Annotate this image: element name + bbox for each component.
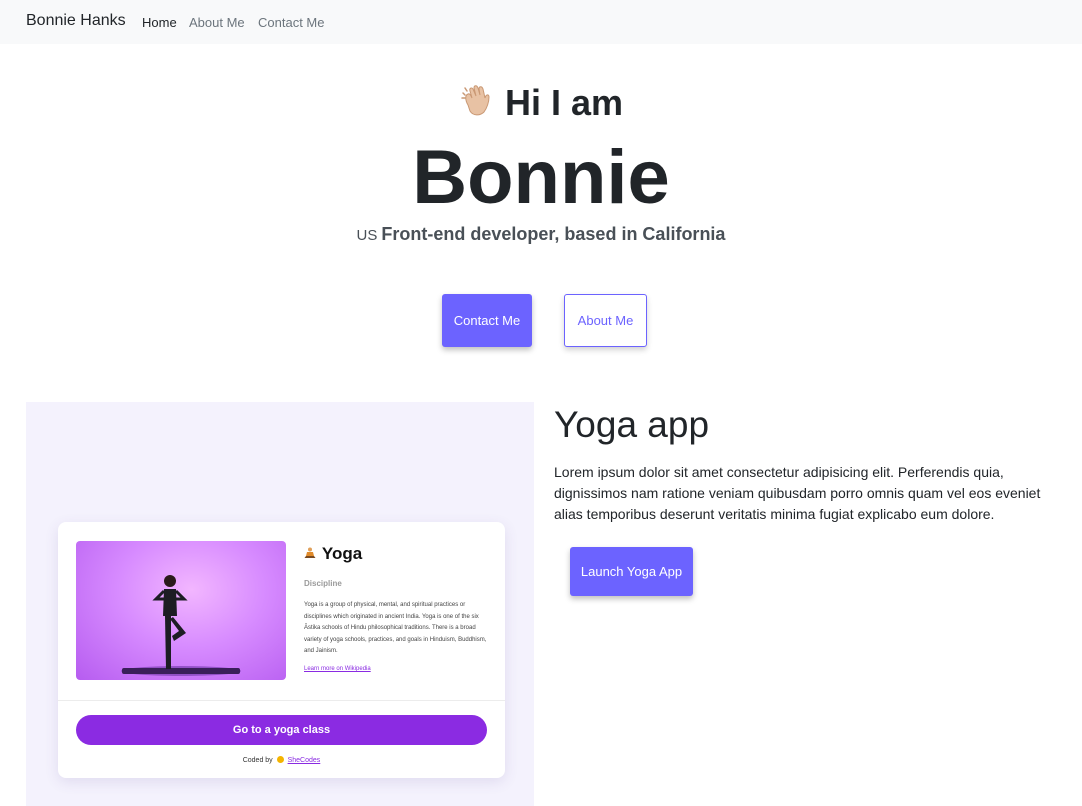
credit-prefix: Coded by (242, 757, 273, 764)
preview-card: Yoga Discipline Yoga is a group of physi… (58, 522, 505, 778)
hero-tagline: US Front-end developer, based in Californ… (0, 224, 1082, 245)
preview-title-text: Yoga (321, 544, 363, 563)
yoga-pose-photo (76, 541, 286, 680)
hero-name: Bonnie (412, 135, 670, 220)
preview-cta-button: Go to a yoga class (76, 715, 487, 745)
navbar-brand[interactable]: Bonnie Hanks (26, 12, 126, 30)
preview-body: Yoga is a group of physical, mental, and… (304, 602, 487, 655)
project-description: Lorem ipsum dolor sit amet consectetur a… (554, 464, 1041, 522)
tagline-text: Front-end developer, based in California (381, 224, 726, 244)
project-title: Yoga app (554, 404, 710, 445)
contact-me-button[interactable]: Contact Me (442, 294, 532, 347)
preview-divider (58, 700, 505, 701)
nav-link-home[interactable]: Home (142, 15, 177, 30)
greeting-text: Hi I am (504, 82, 624, 123)
project-preview-image: Yoga Discipline Yoga is a group of physi… (26, 402, 534, 806)
preview-subtitle: Discipline (304, 579, 342, 588)
navbar: Bonnie Hanks Home About Me Contact Me (0, 0, 1082, 44)
about-me-button[interactable]: About Me (564, 294, 647, 347)
hero-greeting: Hi I am (0, 82, 1082, 124)
waving-hand-icon (459, 83, 495, 119)
shecodes-logo-icon (276, 756, 284, 763)
flag-code: US (356, 227, 378, 244)
preview-title: Yoga (304, 544, 362, 564)
launch-yoga-app-button[interactable]: Launch Yoga App (570, 547, 693, 596)
credit-name: SheCodes (287, 757, 321, 764)
preview-credit: Coded by SheCodes (58, 756, 505, 764)
preview-link: Learn more on Wikipedia (304, 666, 371, 672)
nav-link-contact[interactable]: Contact Me (258, 15, 324, 30)
nav-link-about[interactable]: About Me (189, 15, 245, 30)
meditation-icon (304, 546, 320, 562)
